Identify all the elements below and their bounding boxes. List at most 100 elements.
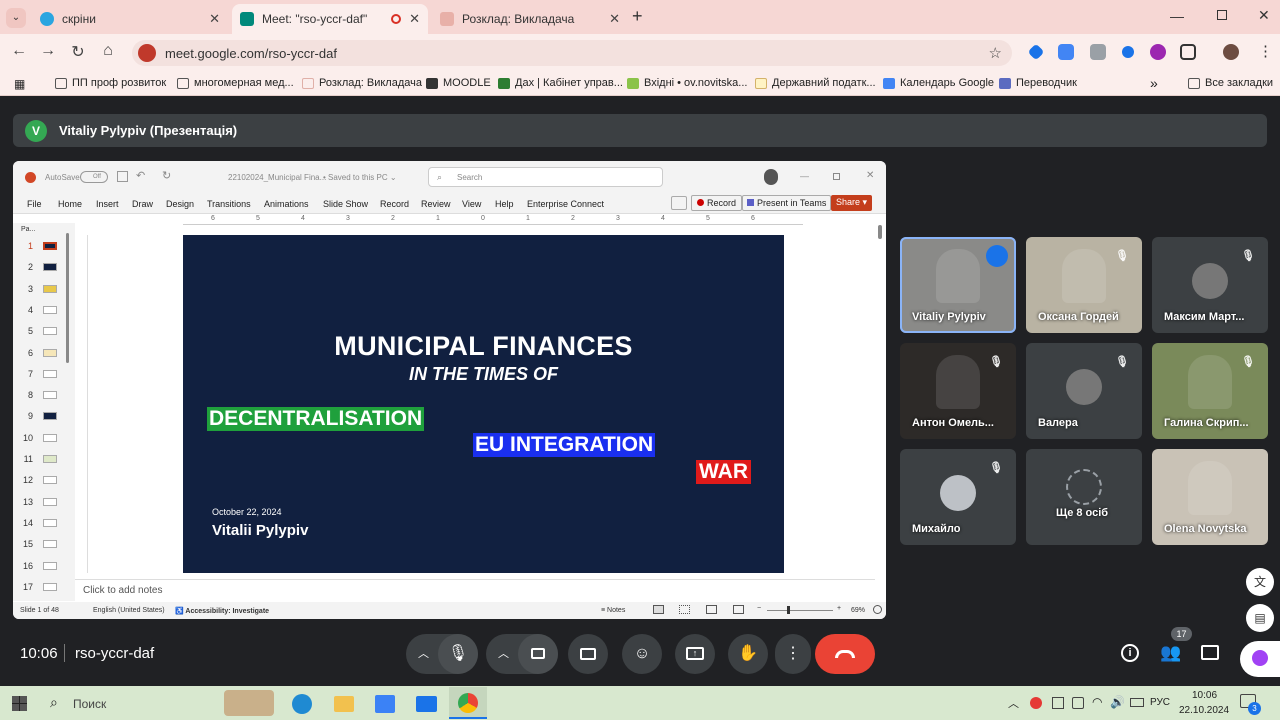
participant-tile[interactable]: Olena Novytska bbox=[1152, 449, 1268, 545]
participant-tile[interactable]: 🎙 Михайло bbox=[900, 449, 1016, 545]
record-button[interactable]: Record bbox=[691, 195, 743, 211]
menu-record[interactable]: Record bbox=[380, 199, 409, 209]
restore-icon[interactable] bbox=[1217, 10, 1227, 20]
menu-design[interactable]: Design bbox=[166, 199, 194, 209]
share-button[interactable]: Share ▾ bbox=[831, 195, 873, 211]
windows-start-icon[interactable] bbox=[12, 696, 27, 711]
slide-thumbnail[interactable]: 9 bbox=[21, 409, 71, 423]
camera-button[interactable] bbox=[518, 634, 558, 674]
normal-view-icon[interactable] bbox=[653, 605, 664, 614]
new-tab-button[interactable]: + bbox=[632, 6, 643, 27]
clock-date[interactable]: 22.10.2024 bbox=[1179, 705, 1229, 716]
menu-slideshow[interactable]: Slide Show bbox=[323, 199, 368, 209]
bookmark-7[interactable]: Державний податк... bbox=[755, 77, 876, 89]
wifi-icon[interactable]: ◠ bbox=[1092, 695, 1102, 709]
chat-icon[interactable] bbox=[1201, 645, 1219, 660]
profile-avatar[interactable] bbox=[1223, 44, 1239, 60]
menu-help[interactable]: Help bbox=[495, 199, 514, 209]
close-tab-icon[interactable]: ✕ bbox=[209, 11, 220, 27]
address-bar[interactable]: meet.google.com/rso-yccr-daf ☆ bbox=[132, 40, 1012, 66]
participant-tile[interactable]: 🎙 Антон Омель... bbox=[900, 343, 1016, 439]
slide-canvas[interactable]: MUNICIPAL FINANCES IN THE TIMES OF DECEN… bbox=[183, 235, 784, 573]
translate-side-icon[interactable]: 文 bbox=[1246, 568, 1274, 596]
slide-thumbnail[interactable]: 16 bbox=[21, 559, 71, 573]
translate-icon[interactable] bbox=[1058, 44, 1074, 60]
participant-tile[interactable]: 🎙 Оксана Гордей bbox=[1026, 237, 1142, 333]
save-icon[interactable] bbox=[117, 171, 128, 182]
slide-thumbnail[interactable]: 5 bbox=[21, 324, 71, 338]
menu-file[interactable]: File bbox=[27, 199, 42, 209]
participant-tile[interactable]: Ще 8 осіб bbox=[1026, 449, 1142, 545]
menu-enterprise-connect[interactable]: Enterprise Connect bbox=[527, 199, 604, 209]
participant-tile[interactable]: 🎙 Максим Март... bbox=[1152, 237, 1268, 333]
present-screen-button[interactable]: ↑ bbox=[675, 634, 715, 674]
reading-view-icon[interactable] bbox=[706, 605, 717, 614]
slide-thumbnail[interactable]: 4 bbox=[21, 303, 71, 317]
extension-icon-4[interactable] bbox=[1122, 46, 1134, 58]
menu-transitions[interactable]: Transitions bbox=[207, 199, 251, 209]
participant-tile[interactable]: 🎙 Галина Скрип... bbox=[1152, 343, 1268, 439]
tray-app-icon[interactable] bbox=[1030, 697, 1042, 709]
leave-call-button[interactable] bbox=[815, 634, 875, 674]
activities-icon[interactable] bbox=[1240, 641, 1280, 677]
zoom-level[interactable]: 69% bbox=[851, 607, 865, 614]
autosave-toggle[interactable]: Off bbox=[80, 171, 108, 183]
language-status[interactable]: English (United States) bbox=[93, 607, 165, 614]
reactions-button[interactable]: ☺ bbox=[622, 634, 662, 674]
slide-thumbnail[interactable]: 13 bbox=[21, 495, 71, 509]
account-avatar[interactable] bbox=[764, 169, 778, 185]
close-tab-icon[interactable]: ✕ bbox=[609, 11, 620, 27]
participant-tile[interactable]: 🎙 Валера bbox=[1026, 343, 1142, 439]
taskbar-search[interactable]: ⌕ Поиск bbox=[40, 689, 210, 717]
editor-scrollbar[interactable] bbox=[878, 225, 882, 239]
redo-icon[interactable]: ↻ bbox=[162, 169, 171, 182]
saved-status[interactable]: • Saved to this PC ⌄ bbox=[323, 173, 397, 182]
extension-icon-3[interactable] bbox=[1090, 44, 1106, 60]
menu-draw[interactable]: Draw bbox=[132, 199, 153, 209]
slide-thumbnail[interactable]: 10 bbox=[21, 431, 71, 445]
menu-animations[interactable]: Animations bbox=[264, 199, 309, 209]
input-language[interactable]: РУС bbox=[1150, 697, 1170, 708]
audio-options-chevron-icon[interactable]: ︿ bbox=[418, 645, 429, 661]
bookmark-8[interactable]: Календарь Google bbox=[883, 77, 994, 89]
all-bookmarks[interactable]: Все закладки bbox=[1188, 77, 1273, 89]
slide-thumbnail[interactable]: 2 bbox=[21, 260, 71, 274]
slide-thumbnail[interactable]: 8 bbox=[21, 388, 71, 402]
speaker-icon[interactable]: 🔊 bbox=[1110, 695, 1125, 709]
slide-sorter-icon[interactable] bbox=[679, 605, 690, 614]
close-icon[interactable]: ✕ bbox=[866, 170, 874, 181]
tray-icon-3[interactable] bbox=[1072, 697, 1084, 709]
undo-icon[interactable]: ↶ bbox=[136, 169, 145, 182]
close-tab-icon[interactable]: ✕ bbox=[409, 11, 420, 27]
zoom-slider-thumb[interactable] bbox=[787, 606, 790, 614]
notes-toggle[interactable]: ≡ Notes bbox=[601, 607, 625, 614]
widget-icon[interactable] bbox=[224, 690, 274, 716]
slide-thumbnail[interactable]: 14 bbox=[21, 516, 71, 530]
slide-thumbnail[interactable]: 11 bbox=[21, 452, 71, 466]
slide-thumbnail[interactable]: 17 bbox=[21, 580, 71, 594]
slide-thumbnail[interactable]: 3 bbox=[21, 282, 71, 296]
mail-icon[interactable] bbox=[416, 696, 437, 712]
microphone-button[interactable]: 🎙 bbox=[438, 634, 478, 674]
bookmark-9[interactable]: Переводчик bbox=[999, 77, 1077, 89]
browser-menu-icon[interactable]: ⋮ bbox=[1258, 42, 1273, 60]
fit-slide-icon[interactable] bbox=[873, 605, 882, 614]
close-window-icon[interactable]: ✕ bbox=[1258, 7, 1270, 24]
tab-meet[interactable]: Meet: "rso-yccr-daf" ✕ bbox=[232, 4, 428, 34]
notes-pane[interactable]: Click to add notes bbox=[75, 579, 875, 599]
bookmark-4[interactable]: MOODLE bbox=[426, 77, 491, 89]
clock-time[interactable]: 10:06 bbox=[1192, 690, 1217, 701]
restore-icon[interactable] bbox=[833, 173, 840, 180]
reload-icon[interactable]: ↻ bbox=[67, 42, 89, 62]
zoom-out-icon[interactable]: − bbox=[757, 605, 761, 612]
ppt-search-box[interactable]: ⌕ Search bbox=[428, 167, 663, 187]
menu-home[interactable]: Home bbox=[58, 199, 82, 209]
present-in-teams-button[interactable]: Present in Teams bbox=[742, 195, 832, 211]
participant-tile[interactable]: Vitaliy Pylypiv bbox=[900, 237, 1016, 333]
slide-thumbnail[interactable]: 1 bbox=[21, 239, 71, 253]
bookmark-star-icon[interactable]: ☆ bbox=[989, 44, 1002, 62]
tab-search-button[interactable]: ⌄ bbox=[6, 8, 26, 28]
back-icon[interactable]: ← bbox=[8, 42, 30, 60]
tray-overflow-icon[interactable]: ︿ bbox=[1008, 695, 1019, 711]
more-options-button[interactable]: ⋮ bbox=[775, 634, 811, 674]
